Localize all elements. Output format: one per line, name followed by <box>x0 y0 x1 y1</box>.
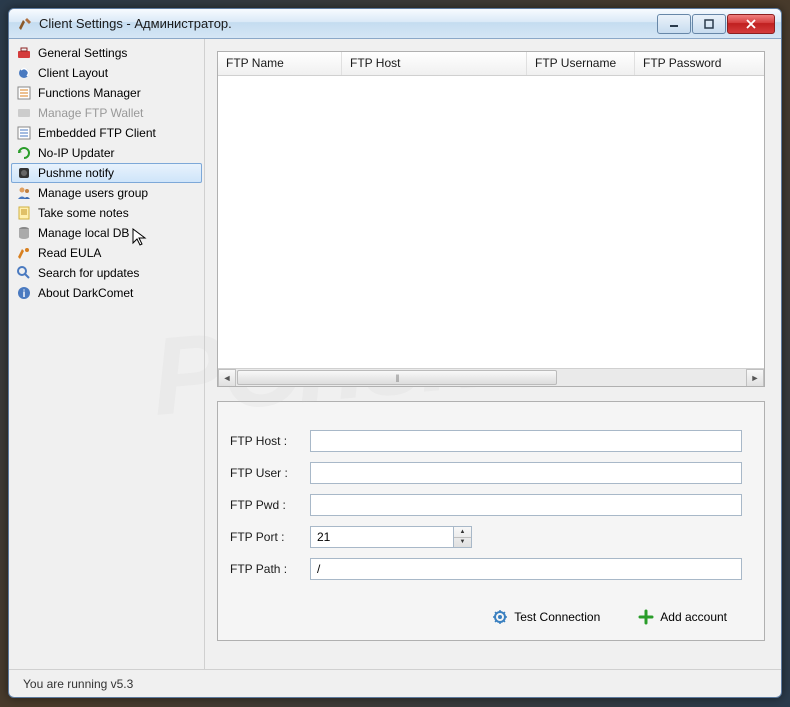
test-connection-label: Test Connection <box>514 610 600 624</box>
port-spinner[interactable]: ▲ ▼ <box>454 526 472 548</box>
about-icon: i <box>16 285 32 301</box>
svg-text:i: i <box>23 289 26 300</box>
minimize-button[interactable] <box>657 14 691 34</box>
column-ftp-username[interactable]: FTP Username <box>527 52 635 75</box>
column-ftp-password[interactable]: FTP Password <box>635 52 764 75</box>
sidebar-item-manage-users-group[interactable]: Manage users group <box>11 183 202 203</box>
sidebar-item-search-for-updates[interactable]: Search for updates <box>11 263 202 283</box>
toolkit-icon <box>16 45 32 61</box>
sidebar-item-read-eula[interactable]: Read EULA <box>11 243 202 263</box>
gear-icon <box>492 609 508 625</box>
sidebar-item-label: Take some notes <box>38 206 129 220</box>
ftp-path-input[interactable] <box>310 558 742 580</box>
sidebar-item-manage-ftp-wallet: Manage FTP Wallet <box>11 103 202 123</box>
ftp-icon <box>16 125 32 141</box>
sidebar-item-take-some-notes[interactable]: Take some notes <box>11 203 202 223</box>
titlebar[interactable]: Client Settings - Администратор. <box>9 9 781 39</box>
sidebar-item-label: Manage FTP Wallet <box>38 106 143 120</box>
test-connection-button[interactable]: Test Connection <box>483 604 609 630</box>
sidebar-item-label: Read EULA <box>38 246 101 260</box>
statusbar: You are running v5.3 <box>9 669 781 697</box>
sidebar-item-client-layout[interactable]: Client Layout <box>11 63 202 83</box>
doc-icon <box>16 245 32 261</box>
sidebar: General Settings Client Layout Functions M… <box>9 39 205 669</box>
sidebar-item-label: Client Layout <box>38 66 108 80</box>
wallet-icon <box>16 105 32 121</box>
scroll-right-button[interactable]: ► <box>746 369 764 387</box>
main-panel: PCrisk.com FTP Name FTP Host FTP Usernam… <box>205 39 781 669</box>
ftp-pwd-label: FTP Pwd : <box>230 498 310 512</box>
ftp-pwd-input[interactable] <box>310 494 742 516</box>
sidebar-item-no-ip-updater[interactable]: No-IP Updater <box>11 143 202 163</box>
layout-icon <box>16 65 32 81</box>
port-spinner-up[interactable]: ▲ <box>454 527 471 538</box>
ftp-host-label: FTP Host : <box>230 434 310 448</box>
scroll-thumb[interactable] <box>237 370 557 385</box>
search-icon <box>16 265 32 281</box>
sidebar-item-about-darkcomet[interactable]: i About DarkComet <box>11 283 202 303</box>
users-icon <box>16 185 32 201</box>
sidebar-item-label: No-IP Updater <box>38 146 114 160</box>
column-ftp-name[interactable]: FTP Name <box>218 52 342 75</box>
sidebar-item-general-settings[interactable]: General Settings <box>11 43 202 63</box>
bell-icon <box>16 165 32 181</box>
app-icon <box>17 16 33 32</box>
ftp-path-label: FTP Path : <box>230 562 310 576</box>
sidebar-item-pushme-notify[interactable]: Pushme notify <box>11 163 202 183</box>
sidebar-item-functions-manager[interactable]: Functions Manager <box>11 83 202 103</box>
add-account-button[interactable]: Add account <box>629 604 736 630</box>
ftp-port-input[interactable] <box>310 526 454 548</box>
horizontal-scrollbar[interactable]: ◄ ► <box>218 368 764 386</box>
column-ftp-host[interactable]: FTP Host <box>342 52 527 75</box>
note-icon <box>16 205 32 221</box>
sidebar-item-label: Functions Manager <box>38 86 141 100</box>
sidebar-item-label: Pushme notify <box>38 166 114 180</box>
ftp-port-label: FTP Port : <box>230 530 310 544</box>
add-account-label: Add account <box>660 610 727 624</box>
scroll-left-button[interactable]: ◄ <box>218 369 236 387</box>
ftp-form: FTP Host : FTP User : FTP Pwd : FTP Port… <box>217 401 765 641</box>
refresh-icon <box>16 145 32 161</box>
sidebar-item-label: Manage users group <box>38 186 148 200</box>
window-title: Client Settings - Администратор. <box>39 16 657 31</box>
ftp-table: FTP Name FTP Host FTP Username FTP Passw… <box>217 51 765 387</box>
ftp-host-input[interactable] <box>310 430 742 452</box>
sidebar-item-label: General Settings <box>38 46 127 60</box>
plus-icon <box>638 609 654 625</box>
sidebar-item-manage-local-db[interactable]: Manage local DB <box>11 223 202 243</box>
status-text: You are running v5.3 <box>23 677 133 691</box>
sidebar-item-label: Search for updates <box>38 266 139 280</box>
close-button[interactable] <box>727 14 775 34</box>
port-spinner-down[interactable]: ▼ <box>454 538 471 548</box>
sidebar-item-label: Embedded FTP Client <box>38 126 156 140</box>
ftp-user-label: FTP User : <box>230 466 310 480</box>
maximize-button[interactable] <box>692 14 726 34</box>
sidebar-item-label: About DarkComet <box>38 286 133 300</box>
sidebar-item-embedded-ftp-client[interactable]: Embedded FTP Client <box>11 123 202 143</box>
ftp-user-input[interactable] <box>310 462 742 484</box>
list-icon <box>16 85 32 101</box>
db-icon <box>16 225 32 241</box>
sidebar-item-label: Manage local DB <box>38 226 129 240</box>
